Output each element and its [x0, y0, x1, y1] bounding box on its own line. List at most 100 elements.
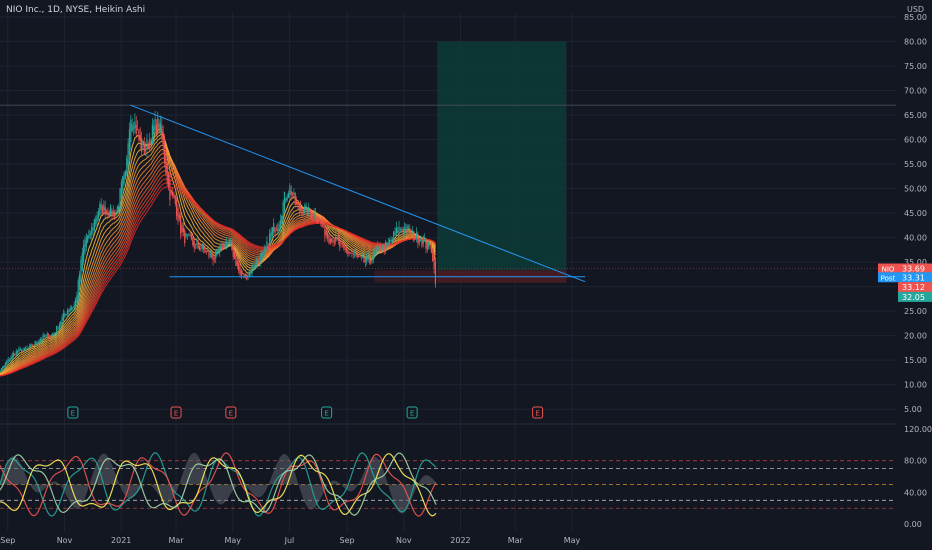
candle-body	[153, 126, 155, 135]
candle-body	[111, 210, 113, 217]
candle-body	[134, 121, 136, 129]
candle-body	[192, 237, 194, 245]
candle-body	[27, 347, 29, 349]
candle-body	[177, 207, 179, 222]
earnings-marker[interactable]: E	[67, 406, 79, 419]
candle-body	[367, 256, 369, 259]
symbol-title[interactable]: NIO Inc., 1D, NYSE, Heikin Ashi	[6, 5, 145, 15]
candle-body	[421, 240, 423, 247]
candle-body	[259, 254, 261, 263]
candle-body	[413, 231, 415, 242]
candle-body	[244, 273, 246, 276]
candle-body	[432, 248, 434, 262]
candle-body	[201, 244, 203, 249]
candle[interactable]	[166, 158, 168, 187]
candle-body	[46, 333, 48, 336]
candle-body	[84, 240, 86, 253]
earnings-marker[interactable]: E	[532, 406, 544, 419]
candle-body	[399, 228, 401, 230]
candle-body	[205, 250, 207, 252]
candle-body	[131, 124, 133, 132]
candle[interactable]	[88, 229, 90, 239]
candle[interactable]	[163, 133, 166, 168]
candle-body	[264, 248, 267, 252]
candle-body	[38, 340, 40, 343]
candle-body	[124, 171, 127, 179]
candle[interactable]	[413, 230, 415, 243]
candle-body	[190, 235, 193, 240]
price-tick-label: 85.00	[904, 13, 927, 22]
candle[interactable]	[80, 255, 82, 284]
candle[interactable]	[110, 204, 112, 216]
candle-body	[186, 234, 189, 236]
candle[interactable]	[283, 191, 286, 214]
candle-body	[308, 206, 310, 212]
candle-body	[154, 118, 156, 131]
candle[interactable]	[165, 148, 167, 176]
candle-body	[116, 206, 118, 214]
candle[interactable]	[116, 205, 118, 214]
candle-body	[235, 254, 237, 267]
candle-body	[348, 251, 350, 254]
candle[interactable]	[223, 241, 225, 249]
candle-body	[91, 226, 93, 235]
candle-body	[417, 235, 419, 244]
candle-body	[371, 258, 373, 262]
candle-body	[386, 242, 388, 246]
candle-body	[393, 231, 395, 240]
candle-body	[267, 245, 269, 248]
candle-body	[166, 162, 168, 184]
candle-body	[277, 228, 279, 231]
candle-body	[364, 259, 366, 263]
candle-body	[433, 254, 435, 269]
candle[interactable]	[363, 256, 365, 263]
earnings-marker[interactable]: E	[406, 406, 418, 419]
candle[interactable]	[310, 210, 313, 219]
candle-body	[76, 295, 78, 303]
oscillator-tick-label: 40.00	[904, 488, 927, 497]
earnings-marker[interactable]: E	[170, 406, 182, 419]
candle-body	[290, 190, 292, 195]
candle[interactable]	[306, 207, 308, 219]
earnings-marker[interactable]: E	[321, 406, 333, 419]
candle-body	[127, 143, 129, 167]
candle[interactable]	[120, 179, 122, 202]
candle-body	[142, 142, 144, 145]
candle-body	[378, 246, 380, 249]
candle-body	[407, 227, 410, 229]
candle-body	[242, 272, 244, 275]
candle[interactable]	[432, 247, 434, 262]
candle-body	[7, 358, 9, 364]
candle-body	[297, 201, 299, 205]
candle-body	[379, 247, 381, 252]
candle-body	[167, 172, 170, 187]
candle-body	[301, 208, 303, 216]
oscillator-tick-label: 0.00	[904, 520, 922, 529]
candle-body	[41, 338, 43, 341]
candle-body	[181, 224, 183, 232]
candle-body	[30, 343, 32, 347]
earnings-marker-label: E	[410, 410, 414, 418]
position-target-zone[interactable]	[437, 41, 567, 271]
candle-body	[260, 253, 263, 259]
candle[interactable]	[294, 192, 296, 206]
candle-body	[337, 238, 339, 241]
candle-body	[293, 192, 295, 194]
price-label-badge: NIO 33.69	[878, 263, 932, 274]
candle-body	[56, 325, 58, 334]
candle[interactable]	[434, 258, 437, 288]
candle-body	[57, 328, 59, 330]
candle-body	[182, 228, 184, 233]
candle-body	[132, 127, 135, 129]
chart-canvas[interactable]: E E E E E E 85.00 80.00 75.00 70.00 65.00 60.00 55.…	[0, 0, 932, 550]
candle-body	[314, 214, 317, 220]
earnings-marker[interactable]: E	[225, 406, 237, 419]
candle[interactable]	[243, 273, 245, 279]
candle[interactable]	[50, 334, 52, 337]
earnings-marker-label: E	[71, 410, 75, 418]
candle-body	[384, 242, 387, 250]
candle-body	[193, 241, 195, 249]
candle[interactable]	[3, 364, 5, 369]
candle-body	[362, 256, 364, 258]
candle-body	[387, 242, 389, 244]
